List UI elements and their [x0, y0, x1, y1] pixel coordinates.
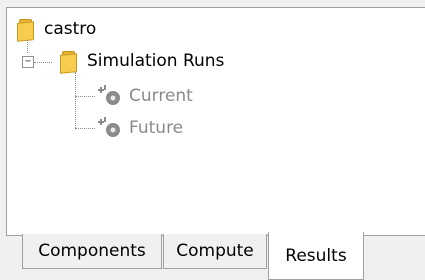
tree-connector-line — [75, 96, 95, 97]
gear-run-icon — [98, 117, 120, 137]
tab-results[interactable]: Results — [268, 232, 364, 280]
gear-run-icon — [98, 85, 120, 105]
folder-icon — [16, 17, 38, 42]
tree-connector-line — [75, 72, 76, 128]
tab-bar: Components Compute Results — [0, 232, 425, 280]
tree-node-label: castro — [44, 19, 97, 39]
tree-node-future[interactable]: Future — [97, 113, 183, 143]
collapse-toggle[interactable]: − — [22, 56, 34, 68]
tab-compute[interactable]: Compute — [163, 234, 267, 269]
tree-node-label: Current — [129, 86, 193, 106]
tree-node-castro[interactable]: castro — [16, 14, 96, 44]
results-tree-panel: castro − Simulation Runs Current Future — [6, 7, 425, 236]
tree-node-label: Future — [129, 118, 184, 138]
folder-icon — [59, 49, 81, 74]
tree-connector-line — [34, 62, 52, 63]
tree-connector-line — [75, 128, 95, 129]
tab-components[interactable]: Components — [22, 234, 162, 269]
tree-node-current[interactable]: Current — [97, 81, 193, 111]
tree-connector-line — [27, 40, 28, 53]
tree-node-label: Simulation Runs — [87, 51, 225, 71]
tree-node-simulation-runs[interactable]: Simulation Runs — [59, 46, 224, 76]
